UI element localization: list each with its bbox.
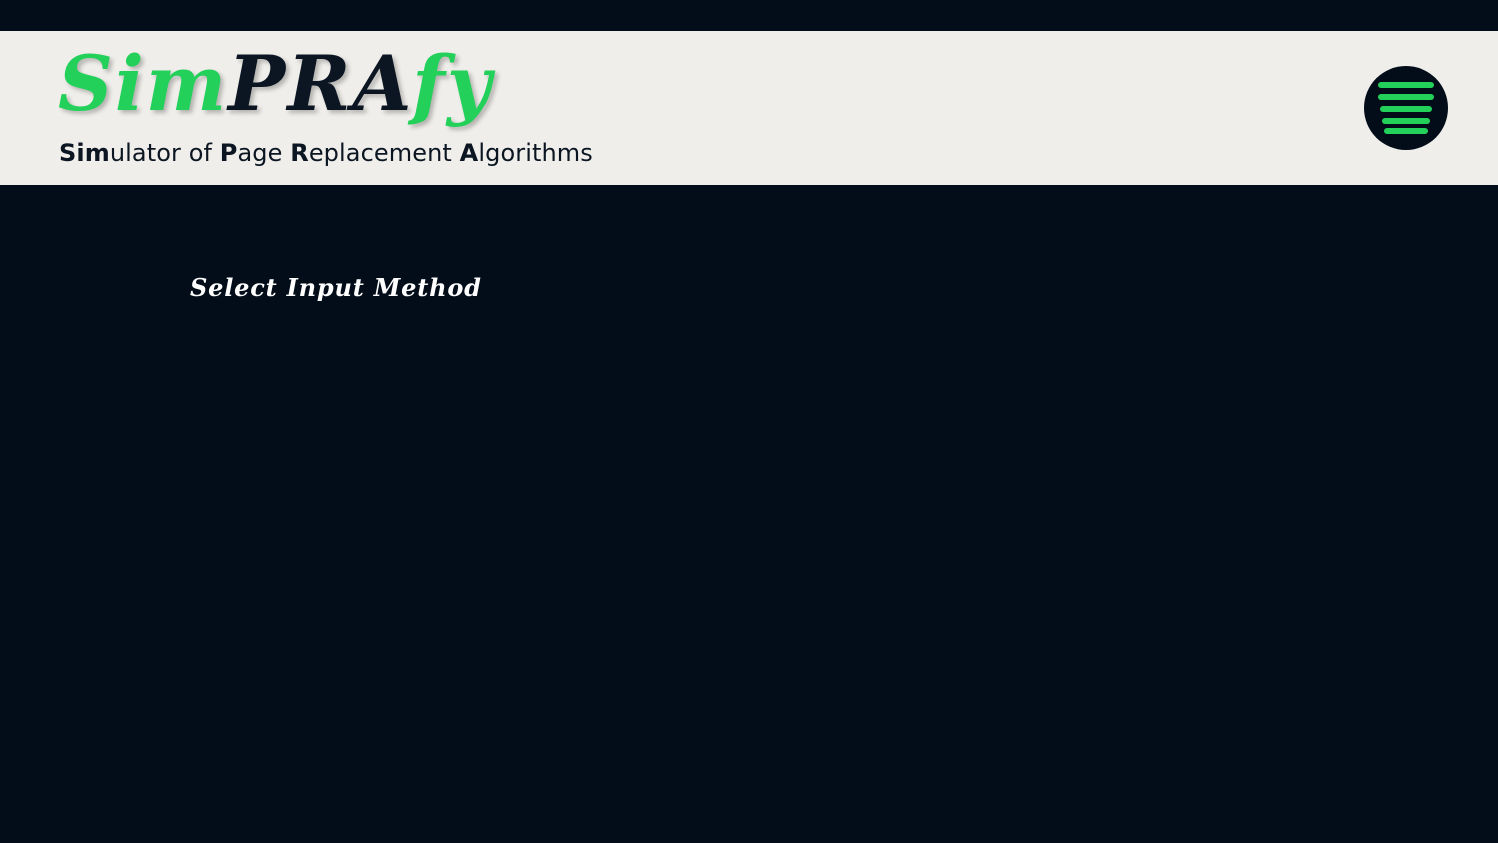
logo-part-pra: PRA: [228, 39, 413, 128]
logo-part-fy: fy: [412, 39, 493, 128]
logo-part-sim: Sim: [58, 39, 229, 128]
menu-bar-4: [1382, 118, 1430, 124]
menu-button[interactable]: [1364, 66, 1448, 150]
subtitle-text-lgorithms: lgorithms: [478, 139, 593, 167]
menu-bar-2: [1378, 94, 1434, 100]
app-subtitle: Simulator of Page Replacement Algorithms: [59, 137, 593, 169]
menu-bar-1: [1378, 82, 1434, 88]
subtitle-bold-p: P: [219, 139, 238, 167]
subtitle-text-eplacement: eplacement: [308, 139, 460, 167]
top-strip: [0, 0, 1498, 31]
subtitle-bold-r: R: [290, 139, 309, 167]
app-logo: SimPRAfy: [58, 39, 493, 129]
menu-bar-3: [1380, 106, 1432, 112]
subtitle-text-ulator: ulator of: [109, 139, 220, 167]
subtitle-bold-sim: Sim: [59, 139, 110, 167]
section-title: Select Input Method: [190, 273, 482, 302]
subtitle-bold-a: A: [459, 139, 479, 167]
subtitle-text-age: age: [237, 139, 291, 167]
app-header: SimPRAfy Simulator of Page Replacement A…: [0, 31, 1498, 185]
menu-bar-5: [1384, 128, 1428, 134]
